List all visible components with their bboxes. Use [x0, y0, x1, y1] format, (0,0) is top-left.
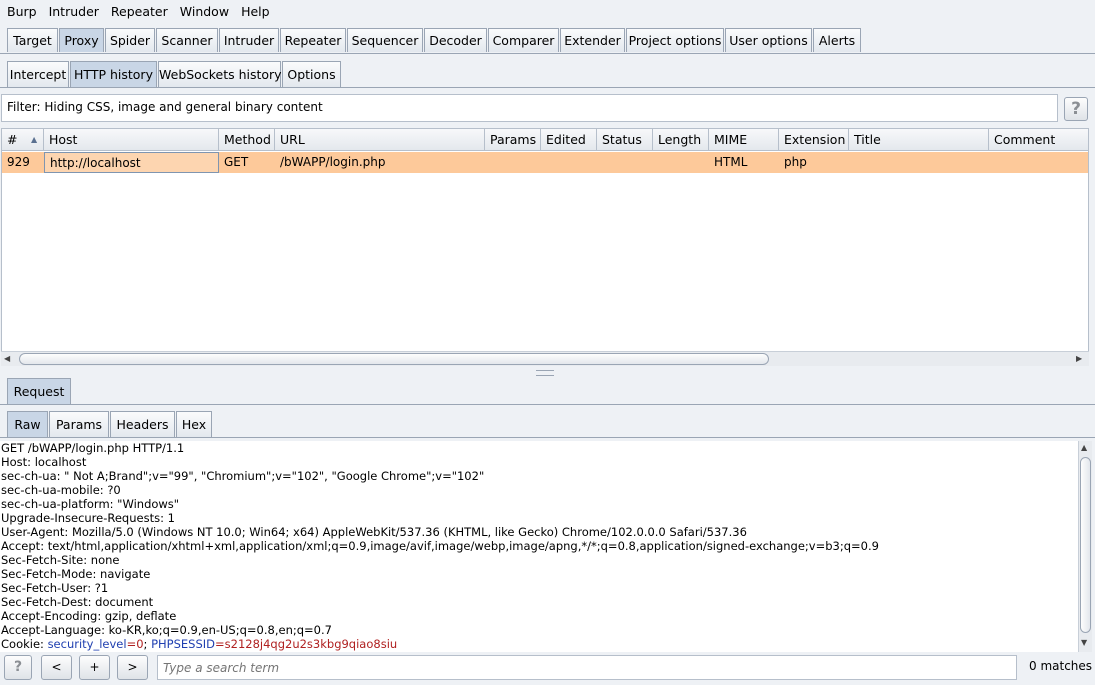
next-match-button[interactable]: > — [117, 655, 148, 680]
tab-hex[interactable]: Hex — [176, 411, 212, 437]
request-line: sec-ch-ua-platform: "Windows" — [1, 497, 180, 511]
col-header-num[interactable]: # ▲ — [2, 129, 44, 151]
tab-target[interactable]: Target — [7, 28, 58, 52]
tab-intercept[interactable]: Intercept — [7, 61, 69, 87]
vertical-scroll-thumb[interactable] — [1080, 457, 1091, 633]
cell-title — [849, 152, 989, 173]
proxy-tab-bar: Intercept HTTP history WebSockets histor… — [0, 58, 1095, 88]
col-header-method[interactable]: Method — [219, 129, 275, 151]
cell-method: GET — [224, 155, 249, 169]
cookie-value: =s2128j4qg2u2s3kbg9qiao8siu — [215, 637, 398, 651]
col-header-params[interactable]: Params — [485, 129, 541, 151]
request-line: Upgrade-Insecure-Requests: 1 — [1, 511, 175, 525]
table-row[interactable]: 929 http://localhost GET /bWAPP/login.ph… — [2, 152, 1088, 173]
cell-num: 929 — [7, 155, 30, 169]
cell-params — [485, 152, 541, 173]
tab-raw[interactable]: Raw — [7, 411, 48, 437]
col-header-comment[interactable]: Comment — [989, 129, 1088, 151]
help-button[interactable]: ? — [1064, 97, 1088, 121]
raw-request-editor[interactable]: GET /bWAPP/login.php HTTP/1.1 Host: loca… — [0, 441, 1078, 652]
tab-repeater[interactable]: Repeater — [280, 28, 346, 52]
tab-scanner[interactable]: Scanner — [156, 28, 218, 52]
view-tab-bar: Raw Params Headers Hex — [0, 408, 1095, 438]
cookie-name: security_level — [47, 637, 127, 651]
search-options-button[interactable]: + — [79, 655, 110, 680]
scroll-left-icon[interactable]: ◀ — [4, 354, 10, 363]
scroll-right-icon[interactable]: ▶ — [1076, 354, 1082, 363]
tab-intruder[interactable]: Intruder — [219, 28, 279, 52]
col-header-url[interactable]: URL — [275, 129, 485, 151]
menu-window[interactable]: Window — [173, 0, 234, 19]
search-help-button[interactable]: ? — [4, 655, 32, 680]
cell-edited — [541, 152, 597, 173]
cookie-line: Cookie: security_level=0; PHPSESSID=s212… — [1, 637, 398, 651]
tab-decoder[interactable]: Decoder — [424, 28, 487, 52]
cell-url: /bWAPP/login.php — [280, 155, 386, 169]
col-header-length[interactable]: Length — [653, 129, 709, 151]
request-line: Accept-Language: ko-KR,ko;q=0.9,en-US;q=… — [1, 623, 332, 637]
cell-length — [653, 152, 709, 173]
scroll-up-icon[interactable]: ▲ — [1081, 443, 1087, 452]
search-input[interactable] — [157, 655, 1017, 680]
tab-websockets-history[interactable]: WebSockets history — [158, 61, 282, 87]
menu-bar: Burp Intruder Repeater Window Help — [0, 0, 1095, 24]
request-line: Sec-Fetch-Site: none — [1, 553, 120, 567]
tab-params[interactable]: Params — [49, 411, 109, 437]
tab-comparer[interactable]: Comparer — [488, 28, 559, 52]
cell-comment — [989, 152, 1088, 173]
tab-headers[interactable]: Headers — [110, 411, 175, 437]
scroll-down-icon[interactable]: ▼ — [1081, 638, 1087, 647]
tab-sequencer[interactable]: Sequencer — [347, 28, 423, 52]
main-tab-bar: Target Proxy Spider Scanner Intruder Rep… — [0, 25, 1095, 54]
request-line: Host: localhost — [1, 455, 87, 469]
cell-host: http://localhost — [44, 152, 219, 173]
filter-bar[interactable]: Filter: Hiding CSS, image and general bi… — [1, 94, 1058, 122]
tab-proxy-options[interactable]: Options — [282, 61, 341, 87]
cell-extension: php — [784, 155, 807, 169]
match-count: 0 matches — [1029, 659, 1093, 673]
col-header-status[interactable]: Status — [597, 129, 653, 151]
request-line: sec-ch-ua: " Not A;Brand";v="99", "Chrom… — [1, 469, 485, 483]
cell-status — [597, 152, 653, 173]
col-header-title[interactable]: Title — [849, 129, 989, 151]
tab-user-options[interactable]: User options — [725, 28, 812, 52]
vertical-scrollbar[interactable]: ▲ ▼ — [1078, 441, 1092, 652]
cell-mime-type: HTML — [714, 155, 748, 169]
horizontal-scrollbar[interactable]: ◀ ▶ — [1, 351, 1089, 366]
menu-intruder[interactable]: Intruder — [42, 0, 104, 19]
tab-alerts[interactable]: Alerts — [813, 28, 861, 52]
tab-extender[interactable]: Extender — [560, 28, 625, 52]
tab-request[interactable]: Request — [7, 378, 71, 404]
request-line: sec-ch-ua-mobile: ?0 — [1, 483, 121, 497]
previous-match-button[interactable]: < — [41, 655, 72, 680]
tab-spider[interactable]: Spider — [105, 28, 155, 52]
http-history-table: # ▲ Host Method URL Params Edited Status … — [1, 128, 1089, 366]
tab-project-options[interactable]: Project options — [626, 28, 724, 52]
request-line: Sec-Fetch-Dest: document — [1, 595, 154, 609]
tab-http-history[interactable]: HTTP history — [70, 61, 157, 87]
request-line: Accept-Encoding: gzip, deflate — [1, 609, 177, 623]
col-header-host[interactable]: Host — [44, 129, 219, 151]
request-tab-bar: Request — [0, 375, 1095, 405]
col-header-extension[interactable]: Extension — [779, 129, 849, 151]
horizontal-scroll-thumb[interactable] — [19, 353, 769, 365]
request-line: Sec-Fetch-User: ?1 — [1, 581, 109, 595]
request-line: User-Agent: Mozilla/5.0 (Windows NT 10.0… — [1, 525, 747, 539]
menu-repeater[interactable]: Repeater — [104, 0, 173, 19]
cookie-value: =0 — [126, 637, 144, 651]
sort-ascending-icon: ▲ — [31, 135, 38, 144]
request-line: Accept: text/html,application/xhtml+xml,… — [1, 539, 879, 553]
request-line: GET /bWAPP/login.php HTTP/1.1 — [1, 441, 185, 455]
menu-burp[interactable]: Burp — [0, 0, 42, 19]
menu-help[interactable]: Help — [234, 0, 275, 19]
cookie-name: PHPSESSID — [151, 637, 215, 651]
tab-proxy[interactable]: Proxy — [59, 28, 104, 52]
col-header-edited[interactable]: Edited — [541, 129, 597, 151]
col-header-mime-type[interactable]: MIME type — [709, 129, 779, 169]
request-line: Sec-Fetch-Mode: navigate — [1, 567, 151, 581]
